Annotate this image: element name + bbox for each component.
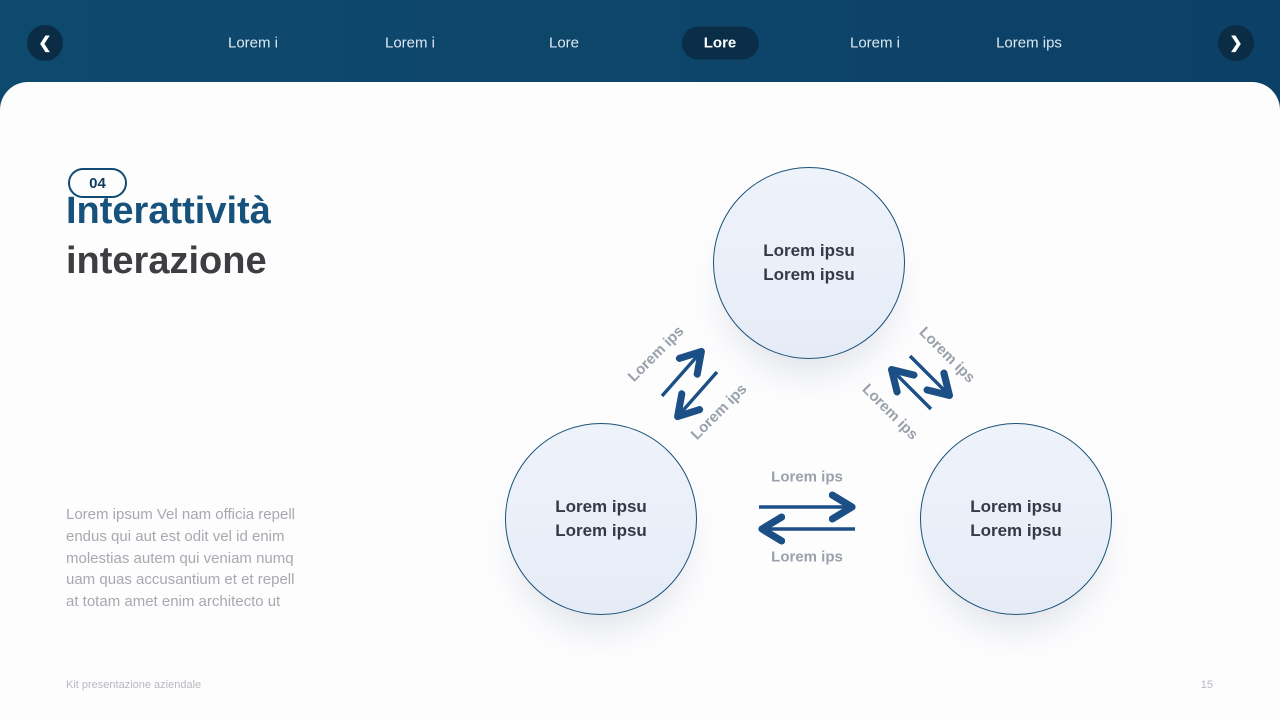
arrow-label-mid-bottom: Lorem ips — [771, 548, 843, 566]
page-number: 15 — [1200, 679, 1213, 691]
nav-tab-1[interactable]: Lorem i — [206, 27, 300, 60]
arrow-label-mid-top: Lorem ips — [771, 468, 843, 486]
node-text-line: Lorem ipsu — [763, 241, 855, 260]
nav-tab-4-active[interactable]: Lore — [681, 26, 759, 60]
diagram-node-bottom-left: Lorem ipsu Lorem ipsu — [505, 423, 697, 615]
node-text-line: Lorem ipsu — [555, 521, 647, 540]
slide-panel — [0, 82, 1280, 720]
previous-slide-button[interactable]: ❮ — [27, 25, 63, 61]
chevron-right-icon: ❯ — [1229, 35, 1243, 52]
node-text-line: Lorem ipsu — [763, 265, 855, 284]
slide-title: Interattività interazione — [66, 186, 271, 286]
slide-title-line2: interazione — [66, 240, 267, 282]
diagram-node-bottom-right: Lorem ipsu Lorem ipsu — [920, 423, 1112, 615]
nav-tab-3[interactable]: Lore — [527, 27, 601, 60]
chevron-left-icon: ❮ — [38, 35, 52, 52]
nav-tab-6[interactable]: Lorem ips — [974, 27, 1084, 60]
node-text-line: Lorem ipsu — [970, 521, 1062, 540]
slide-title-line1: Interattività — [66, 190, 271, 232]
body-paragraph: Lorem ipsum Vel nam officia repell endus… — [66, 506, 295, 611]
nav-tab-2[interactable]: Lorem i — [363, 27, 457, 60]
footer-caption: Kit presentazione aziendale — [66, 679, 202, 691]
diagram-node-top: Lorem ipsu Lorem ipsu — [713, 167, 905, 359]
node-text-line: Lorem ipsu — [555, 497, 647, 516]
next-slide-button[interactable]: ❯ — [1218, 25, 1254, 61]
node-text-line: Lorem ipsu — [970, 497, 1062, 516]
nav-tab-5[interactable]: Lorem i — [828, 27, 922, 60]
